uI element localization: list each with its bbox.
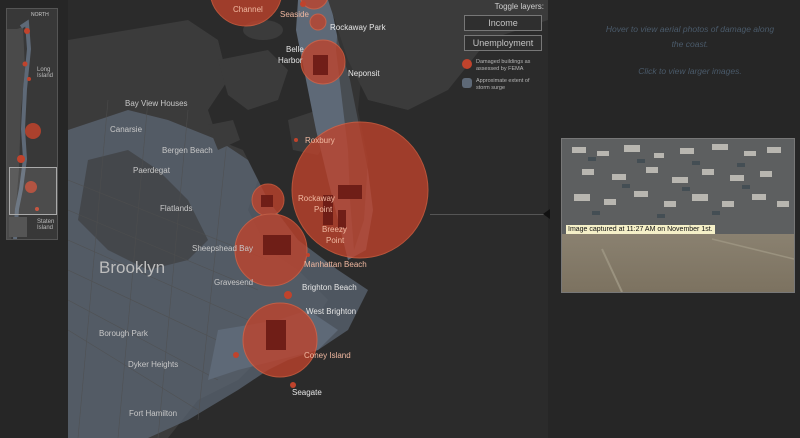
photo-pointer-arrow (543, 209, 550, 219)
label-flatlands: Flatlands (160, 204, 192, 213)
label-bay-view-houses: Bay View Houses (125, 99, 188, 108)
label-belle: Belle (286, 45, 304, 54)
toggle-layers-title: Toggle layers: (494, 2, 544, 11)
label-seagate: Seagate (292, 388, 322, 397)
legend-damaged-text: Damaged buildings as assessed by FEMA (476, 59, 531, 72)
label-point: Point (314, 205, 333, 214)
label-roxbury: Roxbury (305, 136, 335, 145)
surge-legend-icon (462, 78, 472, 88)
overview-minimap[interactable]: NORTH Long Island Staten Island (6, 8, 58, 240)
unemployment-layer-button[interactable]: Unemployment (464, 35, 542, 51)
label-coney-island: Coney Island (304, 351, 351, 360)
label-sheepshead-bay: Sheepshead Bay (192, 244, 253, 253)
legend-damaged-row: Damaged buildings as assessed by FEMA (462, 59, 544, 73)
label-west-brighton: West Brighton (306, 307, 356, 316)
label-harbor: Harbor (278, 56, 303, 65)
hover-instruction: Hover to view aerial photos of damage al… (605, 24, 775, 49)
legend-surge-text: Approximate extent of storm surge (476, 78, 530, 91)
label-brooklyn: Brooklyn (99, 258, 165, 277)
aerial-photo[interactable]: Image captured at 11:27 AM on November 1… (561, 138, 795, 293)
label-channel: Channel (233, 5, 263, 14)
label-paerdegat: Paerdegat (133, 166, 171, 175)
label-gravesend: Gravesend (214, 278, 253, 287)
label-breezy: Breezy (322, 225, 347, 234)
aerial-photo-image (562, 139, 794, 292)
staten-island-label: Staten Island (37, 219, 55, 231)
label-rockaway: Rockaway (298, 194, 335, 203)
label-point-2: Point (326, 236, 345, 245)
photo-connector-line (430, 214, 545, 215)
label-dyker-heights: Dyker Heights (128, 360, 178, 369)
label-neponsit: Neponsit (348, 69, 380, 78)
layer-controls: Toggle layers: Income Unemployment Damag… (462, 2, 544, 92)
income-layer-button[interactable]: Income (464, 15, 542, 31)
label-borough-park: Borough Park (99, 329, 149, 338)
label-manhattan-beach: Manhattan Beach (304, 260, 367, 269)
legend-surge-row: Approximate extent of storm surge (462, 78, 544, 92)
label-bergen-beach: Bergen Beach (162, 146, 213, 155)
instructions: Hover to view aerial photos of damage al… (600, 22, 780, 79)
minimap-viewport[interactable] (9, 167, 57, 215)
click-instruction: Click to view larger images. (638, 66, 742, 76)
label-seaside: Seaside (280, 10, 309, 19)
label-rockaway-park: Rockaway Park (330, 23, 387, 32)
label-canarsie: Canarsie (110, 125, 143, 134)
label-fort-hamilton: Fort Hamilton (129, 409, 177, 418)
damage-legend-icon (462, 59, 472, 69)
label-brighton-beach: Brighton Beach (302, 283, 357, 292)
long-island-label: Long Island (37, 67, 54, 79)
north-label: NORTH (31, 12, 49, 18)
photo-caption: Image captured at 11:27 AM on November 1… (566, 225, 715, 234)
